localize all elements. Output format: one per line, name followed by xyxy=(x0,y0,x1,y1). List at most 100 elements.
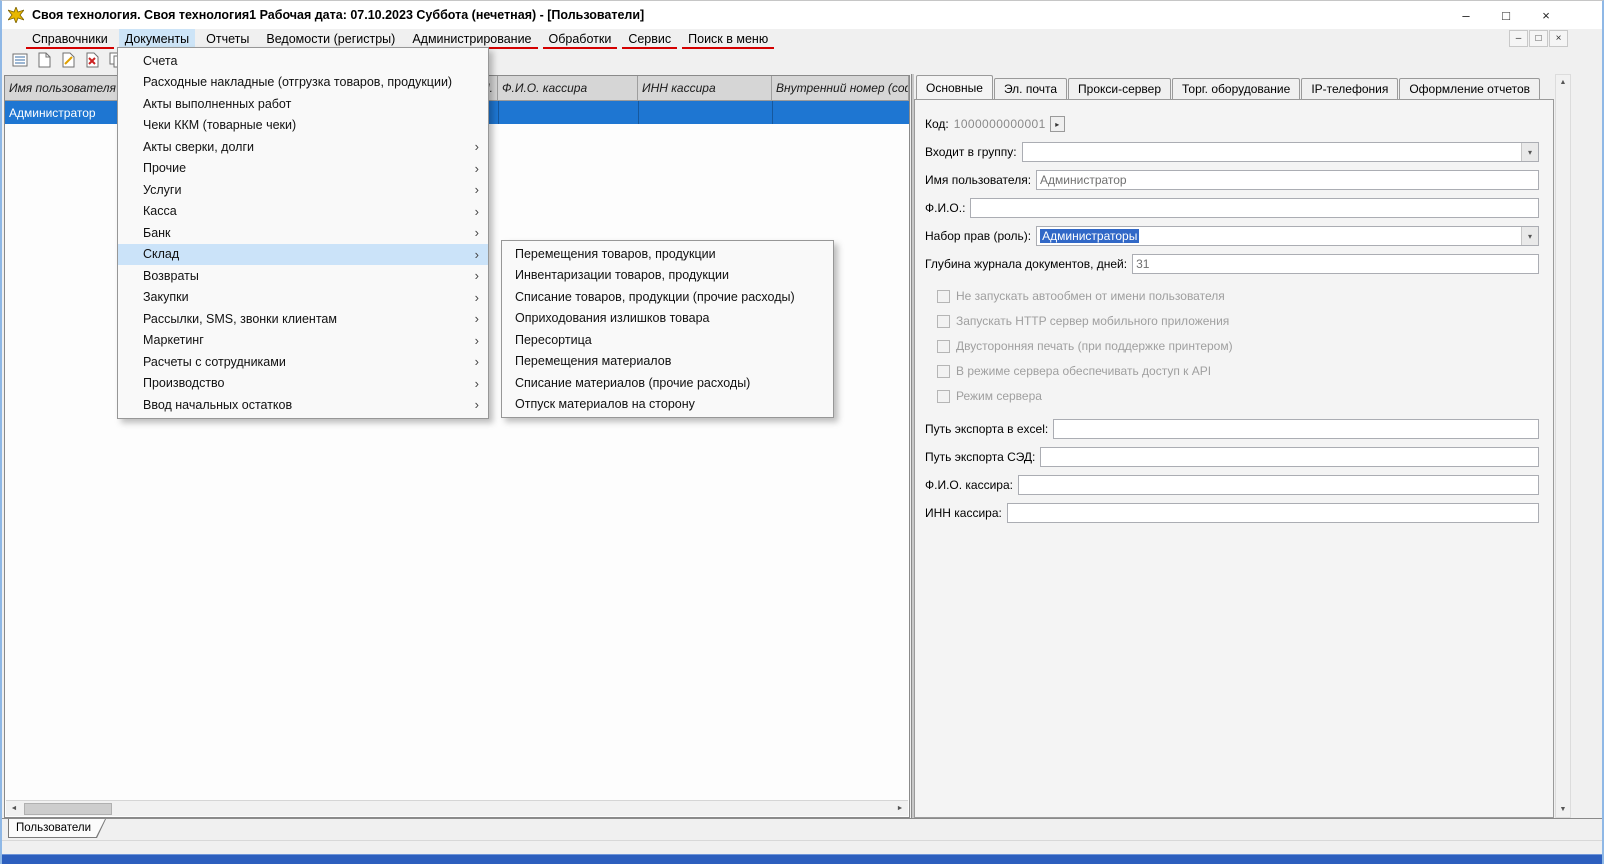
sed-path-row: Путь экспорта СЭД: xyxy=(925,447,1539,467)
cashier-inn-field[interactable] xyxy=(1006,503,1539,523)
menu-item-raschety-s-sotrudnikami[interactable]: Расчеты с сотрудниками › xyxy=(118,351,488,373)
submenu-item-inventarizacii[interactable]: Инвентаризации товаров, продукции xyxy=(502,265,833,287)
submenu-item-peremeshcheniya-tovarov[interactable]: Перемещения товаров, продукции xyxy=(502,243,833,265)
menu-item-rashodnye-nakladnye[interactable]: Расходные накладные (отгрузка товаров, п… xyxy=(118,72,488,94)
menu-servis[interactable]: Сервис xyxy=(622,29,678,49)
menu-item-proizvodstvo[interactable]: Производство › xyxy=(118,373,488,395)
menu-spravochniki[interactable]: Справочники xyxy=(26,29,114,49)
details-panel: Основные Эл. почта Прокси-сервер Торг. о… xyxy=(914,75,1554,818)
sheet-tab-users[interactable]: Пользователи xyxy=(8,819,106,838)
list-view-button[interactable] xyxy=(10,51,31,72)
checkbox-label: Запускать HTTP сервер мобильного приложе… xyxy=(956,314,1230,328)
menu-item-rassylki-sms[interactable]: Рассылки, SMS, звонки клиентам › xyxy=(118,308,488,330)
code-lookup-button[interactable]: ▸ xyxy=(1049,116,1065,132)
window-title: Своя технология. Своя технология1 Рабоча… xyxy=(32,8,645,22)
column-header-internal-number[interactable]: Внутренний номер (софтф xyxy=(772,76,909,100)
menu-item-prochie[interactable]: Прочие › xyxy=(118,158,488,180)
menu-item-akty-vypolnennyh-rabot[interactable]: Акты выполненных работ xyxy=(118,93,488,115)
tab-ip-telefoniya[interactable]: IP-телефония xyxy=(1301,78,1399,99)
menu-item-akty-sverki[interactable]: Акты сверки, долги › xyxy=(118,136,488,158)
menu-item-sklad[interactable]: Склад › xyxy=(118,243,488,265)
tab-proksi-server[interactable]: Прокси-сервер xyxy=(1068,78,1172,99)
tab-torg-oborudovanie[interactable]: Торг. оборудование xyxy=(1172,78,1301,99)
menu-obrabotki[interactable]: Обработки xyxy=(542,29,618,49)
mdi-close-button[interactable]: × xyxy=(1549,30,1568,47)
menu-poisk-v-menu[interactable]: Поиск в меню xyxy=(682,29,775,49)
column-header-cashier-fio[interactable]: Ф.И.О. кассира xyxy=(498,76,638,100)
submenu-item-peremeshcheniya-materialov[interactable]: Перемещения материалов xyxy=(502,351,833,373)
role-label: Набор прав (роль): xyxy=(925,229,1032,243)
menu-item-vvod-nachalnyh-ostatkov[interactable]: Ввод начальных остатков › xyxy=(118,394,488,416)
sklad-submenu: Перемещения товаров, продукции Инвентари… xyxy=(501,240,834,418)
menu-otchety[interactable]: Отчеты xyxy=(200,29,256,49)
menu-item-cheki-kkm[interactable]: Чеки ККМ (товарные чеки) xyxy=(118,115,488,137)
checkbox-label: Двусторонняя печать (при поддержке принт… xyxy=(956,339,1233,353)
close-button[interactable]: × xyxy=(1526,3,1566,27)
excel-path-field[interactable] xyxy=(1053,419,1539,439)
submenu-arrow-icon: › xyxy=(474,225,479,241)
tab-osnovnye[interactable]: Основные xyxy=(916,75,993,99)
tab-el-pochta[interactable]: Эл. почта xyxy=(993,78,1068,99)
cashier-fio-row: Ф.И.О. кассира: xyxy=(925,475,1539,495)
checkbox-server-mode[interactable] xyxy=(937,389,950,403)
checkbox-duplex-print[interactable] xyxy=(937,339,950,353)
tab-oformlenie-otchetov[interactable]: Оформление отчетов xyxy=(1399,78,1541,99)
role-combobox[interactable]: Администраторы ▾ xyxy=(1036,226,1539,246)
menu-item-uslugi[interactable]: Услуги › xyxy=(118,179,488,201)
menu-item-kassa[interactable]: Касса › xyxy=(118,201,488,223)
chevron-down-icon[interactable]: ▾ xyxy=(1521,227,1538,245)
delete-record-button[interactable] xyxy=(82,51,103,72)
scroll-right-arrow-icon[interactable]: ► xyxy=(892,801,908,817)
checkbox-label: В режиме сервера обеспечивать доступ к A… xyxy=(956,364,1212,378)
cell-username: Администратор xyxy=(9,105,96,120)
username-field[interactable]: Администратор xyxy=(1036,170,1539,190)
submenu-item-oprihodovaniya[interactable]: Оприходования излишков товара xyxy=(502,308,833,330)
sed-path-field[interactable] xyxy=(1040,447,1539,467)
scroll-left-arrow-icon[interactable]: ◄ xyxy=(6,801,22,817)
menu-administrirovanie[interactable]: Администрирование xyxy=(406,29,538,49)
horizontal-scrollbar[interactable]: ◄ ► xyxy=(6,800,908,816)
cashier-fio-label: Ф.И.О. кассира: xyxy=(925,478,1013,492)
checkbox-http-server[interactable] xyxy=(937,314,950,328)
vertical-scrollbar[interactable]: ▲ ▼ xyxy=(1555,74,1571,818)
column-header-cashier-inn[interactable]: ИНН кассира xyxy=(638,76,772,100)
group-combobox[interactable]: ▾ xyxy=(1021,142,1539,162)
code-row: Код: 1000000000001 ▸ xyxy=(925,114,1539,134)
app-window: Своя технология. Своя технология1 Рабоча… xyxy=(0,0,1604,864)
menu-vedomosti[interactable]: Ведомости (регистры) xyxy=(260,29,402,49)
menu-item-vozvraty[interactable]: Возвраты › xyxy=(118,265,488,287)
excel-path-row: Путь экспорта в excel: xyxy=(925,419,1539,439)
submenu-item-spisanie-tovarov[interactable]: Списание товаров, продукции (прочие расх… xyxy=(502,286,833,308)
chevron-down-icon[interactable]: ▾ xyxy=(1521,143,1538,161)
menu-item-scheta[interactable]: Счета xyxy=(118,50,488,72)
mdi-window-controls: – □ × xyxy=(1508,30,1568,47)
titlebar: Своя технология. Своя технология1 Рабоча… xyxy=(2,1,1602,29)
details-tabstrip: Основные Эл. почта Прокси-сервер Торг. о… xyxy=(916,75,1554,99)
scroll-down-arrow-icon[interactable]: ▼ xyxy=(1556,802,1570,817)
details-form: Код: 1000000000001 ▸ Входит в группу: ▾ … xyxy=(914,99,1554,818)
scroll-up-arrow-icon[interactable]: ▲ xyxy=(1556,75,1570,90)
fio-row: Ф.И.О.: xyxy=(925,198,1539,218)
submenu-arrow-icon: › xyxy=(474,203,479,219)
fio-field[interactable] xyxy=(970,198,1539,218)
mdi-restore-button[interactable]: □ xyxy=(1529,30,1548,47)
minimize-button[interactable]: – xyxy=(1446,3,1486,27)
checkbox-api-access[interactable] xyxy=(937,364,950,378)
maximize-button[interactable]: □ xyxy=(1486,3,1526,27)
cashier-fio-field[interactable] xyxy=(1018,475,1539,495)
new-record-button[interactable] xyxy=(34,51,55,72)
mdi-minimize-button[interactable]: – xyxy=(1509,30,1528,47)
checkbox-label: Не запускать автообмен от имени пользова… xyxy=(956,289,1225,303)
scrollbar-thumb[interactable] xyxy=(24,803,112,815)
submenu-item-spisanie-materialov[interactable]: Списание материалов (прочие расходы) xyxy=(502,372,833,394)
menu-item-zakupki[interactable]: Закупки › xyxy=(118,287,488,309)
submenu-arrow-icon: › xyxy=(474,139,479,155)
edit-record-button[interactable] xyxy=(58,51,79,72)
submenu-item-otpusk-materialov[interactable]: Отпуск материалов на сторону xyxy=(502,394,833,416)
submenu-item-peresortica[interactable]: Пересортица xyxy=(502,329,833,351)
menu-item-marketing[interactable]: Маркетинг › xyxy=(118,330,488,352)
menu-item-bank[interactable]: Банк › xyxy=(118,222,488,244)
journal-depth-field[interactable]: 31 xyxy=(1132,254,1539,274)
checkbox-no-autoexchange[interactable] xyxy=(937,289,950,303)
menu-dokumenty[interactable]: Документы xyxy=(118,29,196,49)
